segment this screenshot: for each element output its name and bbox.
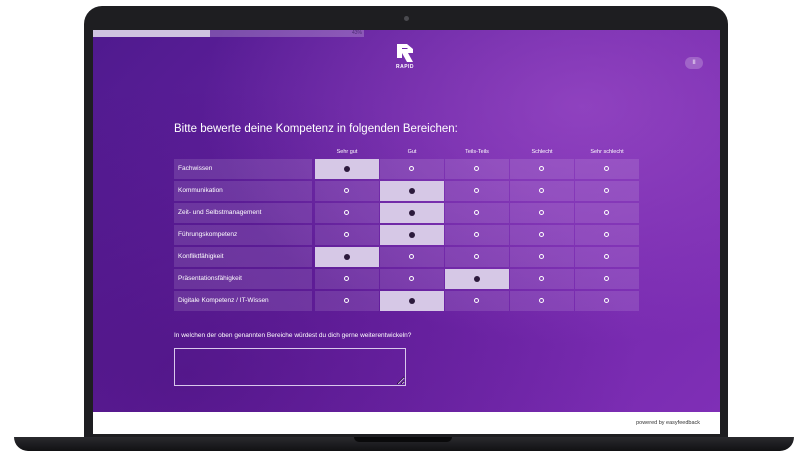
rating-cell[interactable] <box>380 247 444 267</box>
rating-cell[interactable] <box>445 247 509 267</box>
radio-icon[interactable] <box>474 166 479 171</box>
radio-selected-icon[interactable] <box>409 188 415 194</box>
rating-cell[interactable] <box>380 203 444 223</box>
radio-icon[interactable] <box>474 210 479 215</box>
radio-icon[interactable] <box>604 210 609 215</box>
radio-selected-icon[interactable] <box>409 210 415 216</box>
row-label: Digitale Kompetenz / IT-Wissen <box>174 291 312 311</box>
rating-cell[interactable] <box>380 225 444 245</box>
rating-cell[interactable] <box>510 225 574 245</box>
screen: 43% RAPID II Bitte bewerte deine Kompete… <box>93 30 720 434</box>
rating-cell[interactable] <box>575 181 639 201</box>
rating-cell[interactable] <box>315 247 379 267</box>
radio-icon[interactable] <box>344 210 349 215</box>
radio-icon[interactable] <box>539 232 544 237</box>
rating-cell[interactable] <box>315 225 379 245</box>
rating-cell[interactable] <box>510 181 574 201</box>
radio-icon[interactable] <box>604 298 609 303</box>
radio-icon[interactable] <box>604 166 609 171</box>
column-header: Gut <box>407 149 417 155</box>
question2-title: In welchen der oben genannten Bereiche w… <box>174 332 412 339</box>
radio-icon[interactable] <box>539 298 544 303</box>
answer-textarea[interactable] <box>174 348 406 386</box>
rating-cell[interactable] <box>575 225 639 245</box>
radio-icon[interactable] <box>604 276 609 281</box>
radio-icon[interactable] <box>474 188 479 193</box>
radio-icon[interactable] <box>344 232 349 237</box>
rating-cell[interactable] <box>510 203 574 223</box>
rating-cell[interactable] <box>445 203 509 223</box>
rating-cell[interactable] <box>315 269 379 289</box>
radio-icon[interactable] <box>409 276 414 281</box>
radio-selected-icon[interactable] <box>344 254 350 260</box>
row-label: Kommunikation <box>174 181 312 201</box>
row-label: Präsentationsfähigkeit <box>174 269 312 289</box>
rating-cell[interactable] <box>445 225 509 245</box>
column-header: Schlecht <box>531 149 553 155</box>
progress-bar: 43% <box>93 30 364 37</box>
rating-cell[interactable] <box>380 159 444 179</box>
radio-icon[interactable] <box>409 254 414 259</box>
survey-page: 43% RAPID II Bitte bewerte deine Kompete… <box>93 30 720 412</box>
rating-cell[interactable] <box>510 269 574 289</box>
rating-cell[interactable] <box>575 247 639 267</box>
radio-icon[interactable] <box>539 254 544 259</box>
progress-fill <box>93 30 210 37</box>
radio-icon[interactable] <box>474 298 479 303</box>
radio-selected-icon[interactable] <box>474 276 480 282</box>
rating-cell[interactable] <box>575 159 639 179</box>
question-title: Bitte bewerte deine Kompetenz in folgend… <box>174 123 458 135</box>
rating-cell[interactable] <box>445 181 509 201</box>
pause-button[interactable]: II <box>685 57 703 69</box>
rapid-logo-icon <box>397 44 413 62</box>
rating-cell[interactable] <box>510 159 574 179</box>
row-label: Führungskompetenz <box>174 225 312 245</box>
laptop-notch <box>354 437 452 442</box>
radio-icon[interactable] <box>604 232 609 237</box>
column-header: Teils-Teils <box>465 149 489 155</box>
pause-icon: II <box>692 60 696 66</box>
radio-icon[interactable] <box>604 188 609 193</box>
radio-icon[interactable] <box>344 276 349 281</box>
row-label: Fachwissen <box>174 159 312 179</box>
rating-cell[interactable] <box>575 203 639 223</box>
rating-cell[interactable] <box>445 269 509 289</box>
radio-icon[interactable] <box>344 188 349 193</box>
rating-cell[interactable] <box>380 269 444 289</box>
rating-cell[interactable] <box>575 269 639 289</box>
progress-label: 43% <box>351 30 362 36</box>
rating-cell[interactable] <box>315 291 379 311</box>
footer: powered by easyfeedback <box>93 412 720 434</box>
rating-cell[interactable] <box>445 291 509 311</box>
column-header: Sehr schlecht <box>590 149 624 155</box>
radio-selected-icon[interactable] <box>409 232 415 238</box>
radio-icon[interactable] <box>409 166 414 171</box>
radio-icon[interactable] <box>474 232 479 237</box>
radio-icon[interactable] <box>539 276 544 281</box>
row-label: Zeit- und Selbstmanagement <box>174 203 312 223</box>
powered-by-link[interactable]: powered by easyfeedback <box>636 420 700 426</box>
rating-cell[interactable] <box>510 291 574 311</box>
rating-cell[interactable] <box>315 159 379 179</box>
rating-cell[interactable] <box>315 203 379 223</box>
rapid-logo: RAPID <box>391 44 419 70</box>
rating-cell[interactable] <box>380 291 444 311</box>
rating-cell[interactable] <box>445 159 509 179</box>
radio-selected-icon[interactable] <box>344 166 350 172</box>
row-label: Konfliktfähigkeit <box>174 247 312 267</box>
camera-dot <box>404 16 409 21</box>
rating-cell[interactable] <box>510 247 574 267</box>
column-header: Sehr gut <box>336 149 358 155</box>
radio-icon[interactable] <box>474 254 479 259</box>
rating-cell[interactable] <box>315 181 379 201</box>
radio-selected-icon[interactable] <box>409 298 415 304</box>
radio-icon[interactable] <box>539 210 544 215</box>
rating-cell[interactable] <box>575 291 639 311</box>
radio-icon[interactable] <box>539 166 544 171</box>
brand-name: RAPID <box>395 64 415 70</box>
rating-cell[interactable] <box>380 181 444 201</box>
radio-icon[interactable] <box>344 298 349 303</box>
radio-icon[interactable] <box>539 188 544 193</box>
radio-icon[interactable] <box>604 254 609 259</box>
